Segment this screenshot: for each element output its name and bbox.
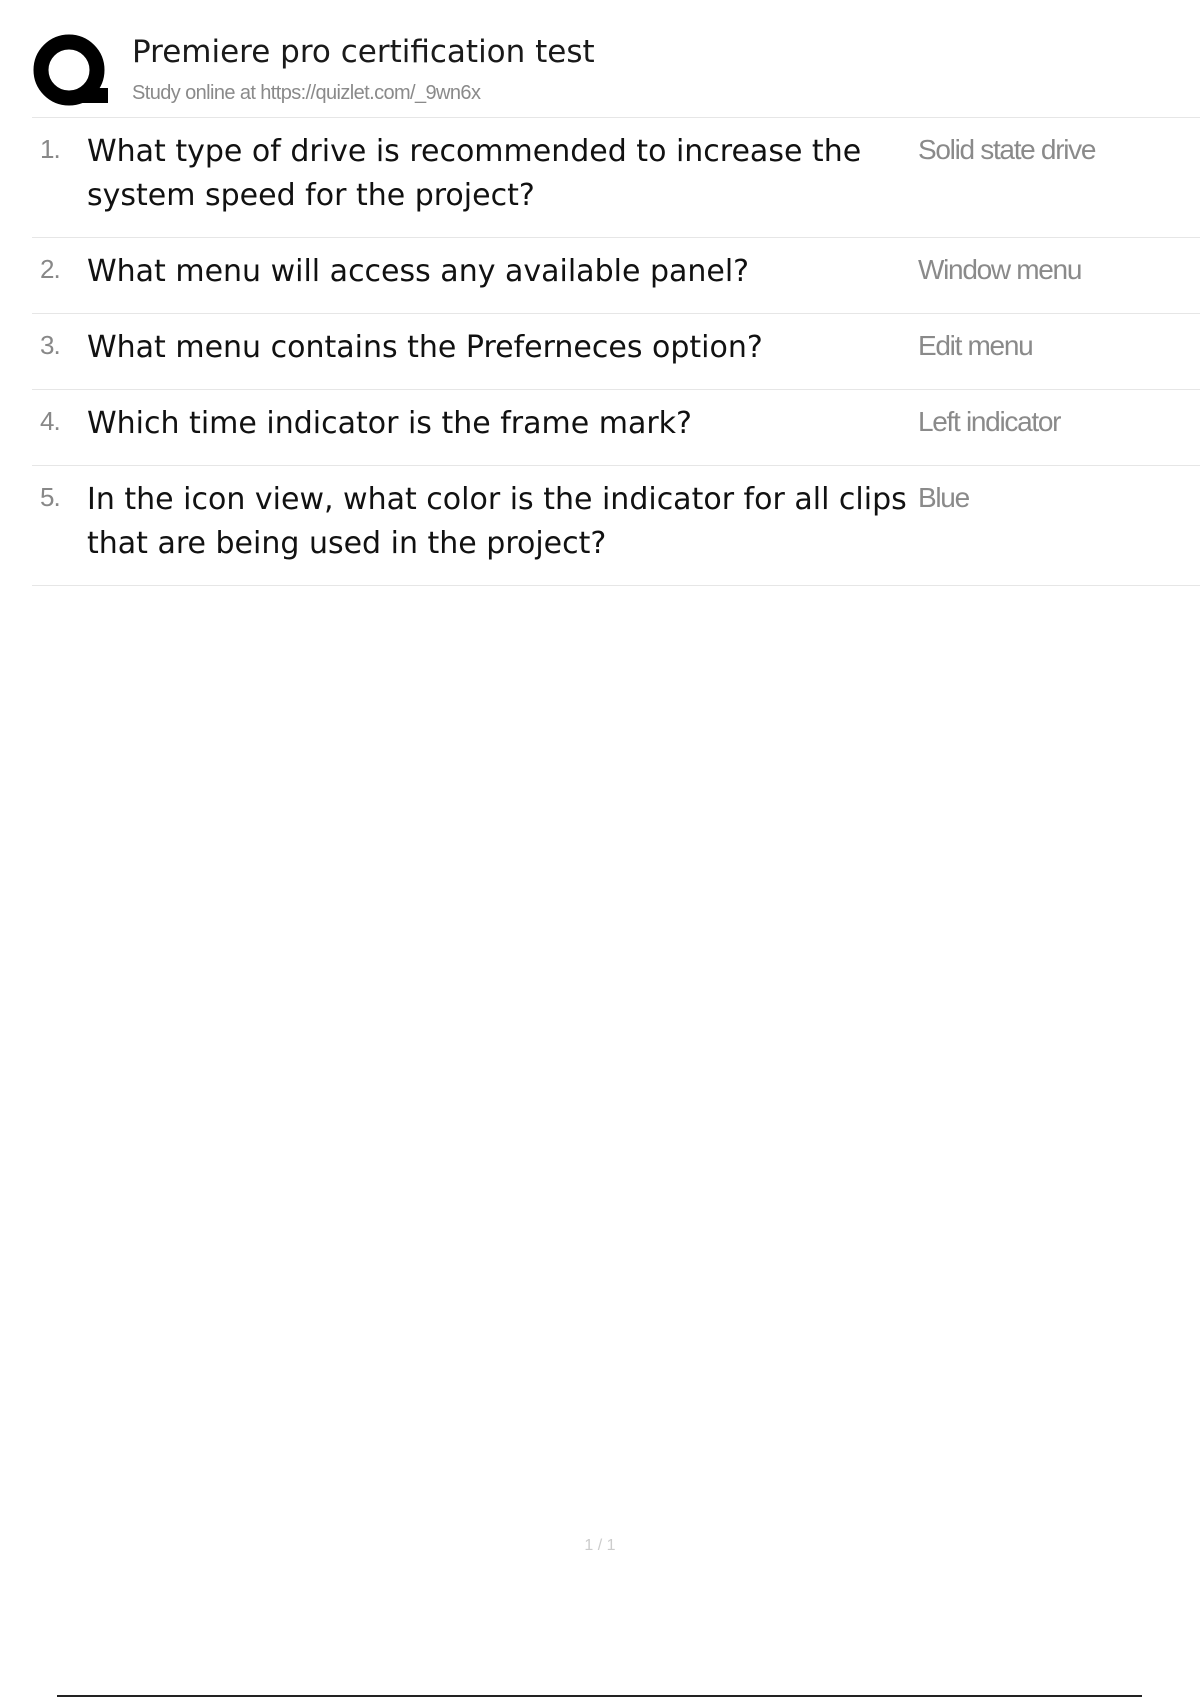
- question-text: In the icon view, what color is the indi…: [87, 482, 907, 561]
- answer-text: Edit menu: [918, 330, 1034, 361]
- question-row: 5. In the icon view, what color is the i…: [32, 466, 1200, 586]
- quizlet-q-logo-icon: [33, 34, 108, 106]
- question-row: 4. Which time indicator is the frame mar…: [32, 390, 1200, 466]
- answer-text: Left indicator: [918, 406, 1061, 437]
- question-number: 1.: [40, 134, 61, 164]
- question-text: What type of drive is recommended to inc…: [87, 134, 862, 213]
- page-number: 1 / 1: [584, 1537, 616, 1554]
- answer-text: Window menu: [918, 254, 1082, 285]
- document-header: Premiere pro certification test Study on…: [32, 30, 1200, 118]
- question-row: 3. What menu contains the Preferneces op…: [32, 314, 1200, 390]
- answer-text: Blue: [918, 482, 970, 513]
- question-row: 2. What menu will access any available p…: [32, 238, 1200, 314]
- question-number: 4.: [40, 406, 61, 436]
- answer-text: Solid state drive: [918, 134, 1096, 165]
- question-text: Which time indicator is the frame mark?: [87, 406, 692, 441]
- study-online-link[interactable]: Study online at https://quizlet.com/_9wn…: [132, 82, 481, 105]
- question-list: 1. What type of drive is recommended to …: [32, 118, 1200, 586]
- question-number: 3.: [40, 330, 61, 360]
- question-number: 2.: [40, 254, 61, 284]
- question-row: 1. What type of drive is recommended to …: [32, 118, 1200, 238]
- question-text: What menu contains the Preferneces optio…: [87, 330, 763, 365]
- question-text: What menu will access any available pane…: [87, 254, 750, 289]
- question-number: 5.: [40, 482, 61, 512]
- document-title: Premiere pro certification test: [132, 34, 595, 70]
- bottom-divider: [57, 1695, 1142, 1697]
